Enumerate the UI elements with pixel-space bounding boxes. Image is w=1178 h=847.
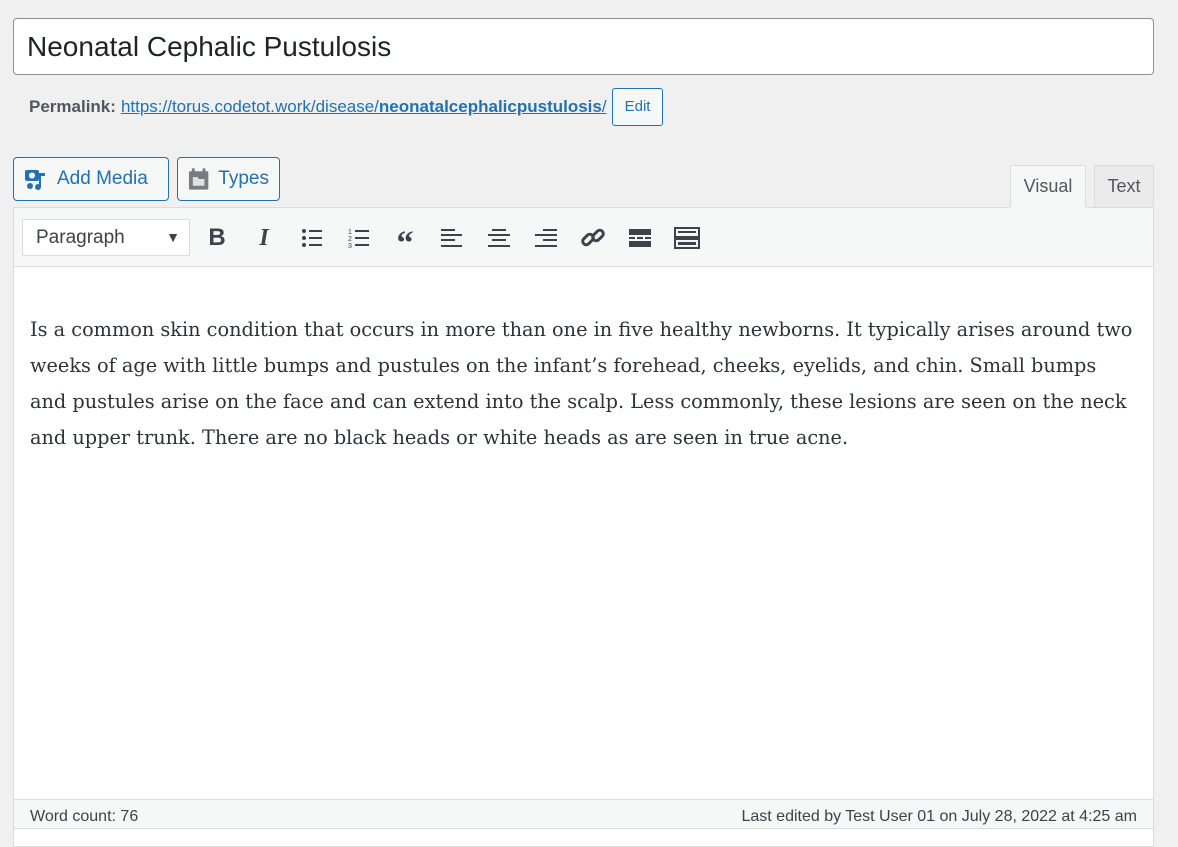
content-paragraph: Is a common skin condition that occurs i…	[30, 318, 1133, 449]
svg-text:1: 1	[348, 229, 352, 236]
keyboard-icon	[674, 227, 700, 249]
editor-content[interactable]: Is a common skin condition that occurs i…	[14, 267, 1153, 501]
folder-calendar-icon	[188, 168, 209, 190]
svg-text:3: 3	[348, 243, 352, 249]
svg-text:2: 2	[348, 236, 352, 243]
blockquote-button[interactable]: “	[389, 222, 421, 262]
editor-toolbar: Paragraph ▼ B I 123 “	[14, 208, 1153, 267]
bullet-list-icon	[302, 229, 322, 247]
last-edited: Last edited by Test User 01 on July 28, …	[741, 808, 1137, 825]
editor-status-bar: Word count: 76 Last edited by Test User …	[13, 799, 1154, 829]
media-icon	[25, 170, 45, 191]
align-left-icon	[441, 229, 462, 247]
types-label: Types	[218, 168, 269, 189]
italic-icon: I	[259, 224, 269, 251]
editor: Paragraph ▼ B I 123 “ Is a common skin co…	[13, 207, 1154, 847]
format-select[interactable]: Paragraph ▼	[22, 219, 190, 256]
tab-text[interactable]: Text	[1094, 165, 1154, 208]
align-center-button[interactable]	[483, 222, 515, 254]
bold-icon: B	[208, 224, 226, 251]
types-button[interactable]: Types	[177, 157, 280, 201]
read-more-icon	[629, 229, 651, 247]
permalink-label: Permalink:	[29, 97, 116, 116]
read-more-button[interactable]	[624, 222, 656, 254]
italic-button[interactable]: I	[248, 222, 280, 254]
align-right-icon	[535, 229, 557, 247]
format-select-value: Paragraph	[36, 227, 125, 248]
link-icon	[581, 228, 605, 247]
align-right-button[interactable]	[530, 222, 562, 254]
add-media-button[interactable]: Add Media	[13, 157, 169, 201]
tab-visual[interactable]: Visual	[1010, 165, 1086, 208]
align-center-icon	[488, 229, 510, 247]
numbered-list-button[interactable]: 123	[343, 222, 375, 254]
edit-permalink-button[interactable]: Edit	[611, 88, 664, 126]
quote-icon: “	[396, 225, 414, 262]
bullet-list-button[interactable]	[296, 222, 328, 254]
permalink-slug: neonatalcephalicpustulosis	[378, 97, 602, 116]
permalink-base: https://torus.codetot.work/disease/	[120, 97, 379, 116]
add-media-label: Add Media	[57, 168, 148, 189]
insert-link-button[interactable]	[577, 222, 609, 254]
bold-button[interactable]: B	[201, 222, 233, 254]
chevron-down-icon: ▼	[166, 229, 180, 245]
post-title-input[interactable]: Neonatal Cephalic Pustulosis	[13, 18, 1154, 75]
numbered-list-icon: 123	[348, 229, 369, 249]
word-count: Word count: 76	[30, 808, 139, 825]
permalink-trail: /	[601, 97, 607, 116]
permalink-row: Permalink: https://torus.codetot.work/di…	[29, 88, 664, 126]
toolbar-toggle-button[interactable]	[671, 222, 703, 254]
align-left-button[interactable]	[436, 222, 468, 254]
permalink-link[interactable]: https://torus.codetot.work/disease/neona…	[121, 97, 607, 117]
